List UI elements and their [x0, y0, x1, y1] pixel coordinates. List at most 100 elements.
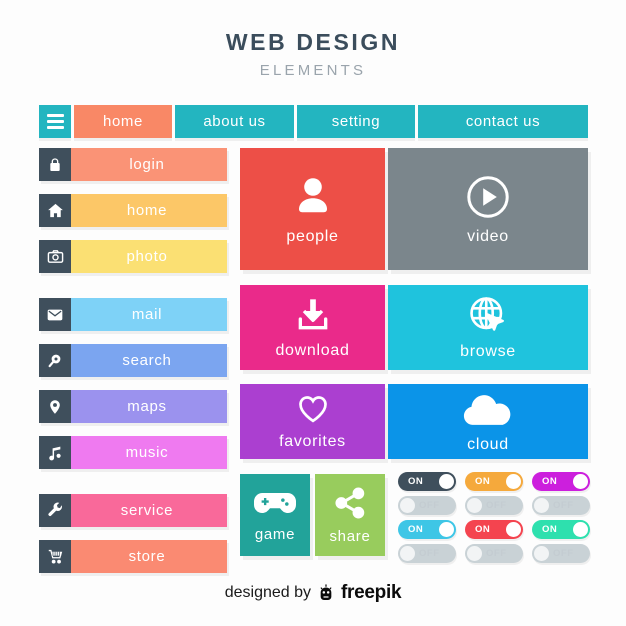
toggle-cell: ON	[398, 520, 461, 542]
heart-icon	[296, 392, 330, 426]
toggle-knob[interactable]	[573, 474, 588, 489]
sidebar-item-login[interactable]: login	[39, 148, 227, 181]
toggle-knob[interactable]	[400, 498, 415, 513]
toggle-switch-on[interactable]: ON	[398, 520, 456, 539]
sidebar-item-home[interactable]: home	[39, 194, 227, 227]
sidebar-item-music[interactable]: music	[39, 436, 227, 469]
card-label: share	[329, 528, 371, 545]
nav-item-about-us[interactable]: about us	[175, 105, 294, 138]
toggle-cell: ON	[465, 472, 528, 494]
page-root: WEB DESIGN ELEMENTS home about us setting c…	[0, 0, 626, 626]
toggle-label: OFF	[553, 548, 574, 559]
camera-icon	[39, 240, 71, 273]
sidebar-item-label: maps	[71, 390, 227, 423]
toggle-knob[interactable]	[467, 498, 482, 513]
toggle-knob[interactable]	[467, 546, 482, 561]
toggle-knob[interactable]	[573, 522, 588, 537]
toggle-knob[interactable]	[439, 522, 454, 537]
main-navigation: home about us setting contact us	[39, 105, 588, 138]
sidebar-menu: login home photo mail search maps music service…	[39, 148, 227, 586]
toggle-cell: OFF	[398, 544, 461, 566]
gamepad-icon	[254, 487, 296, 519]
title-subtitle: ELEMENTS	[259, 62, 367, 79]
toggle-cell: ON	[398, 472, 461, 494]
card-browse[interactable]: browse	[388, 285, 588, 370]
wrench-icon	[39, 494, 71, 527]
toggle-switch-off[interactable]: OFF	[465, 496, 523, 515]
sidebar-item-label: search	[71, 344, 227, 377]
sidebar-item-maps[interactable]: maps	[39, 390, 227, 423]
card-video[interactable]: video	[388, 148, 588, 270]
toggle-label: OFF	[486, 548, 507, 559]
nav-item-label: home	[103, 113, 143, 130]
toggle-cell: OFF	[465, 544, 528, 566]
play-circle-icon	[464, 173, 512, 221]
card-label: download	[275, 342, 350, 359]
toggle-switch-on[interactable]: ON	[465, 520, 523, 539]
sidebar-item-label: music	[71, 436, 227, 469]
magnifier-icon	[39, 344, 71, 377]
download-icon	[293, 295, 333, 335]
pin-icon	[39, 390, 71, 423]
toggle-switch-on[interactable]: ON	[532, 472, 590, 491]
toggle-switch-on[interactable]: ON	[465, 472, 523, 491]
sidebar-item-label: mail	[71, 298, 227, 331]
toggle-switch-off[interactable]: OFF	[532, 496, 590, 515]
sidebar-item-label: photo	[71, 240, 227, 273]
toggle-cell: ON	[532, 520, 595, 542]
toggle-knob[interactable]	[439, 474, 454, 489]
hamburger-bar	[46, 120, 64, 123]
toggle-switch-on[interactable]: ON	[532, 520, 590, 539]
footer-text: designed by	[224, 584, 312, 601]
toggle-label: OFF	[419, 548, 440, 559]
card-label: browse	[460, 343, 516, 360]
sidebar-item-store[interactable]: store	[39, 540, 227, 573]
card-label: favorites	[279, 433, 346, 450]
card-people[interactable]: people	[240, 148, 385, 270]
toggle-cell: OFF	[532, 496, 595, 518]
toggle-knob[interactable]	[534, 546, 549, 561]
hamburger-menu-icon[interactable]	[39, 105, 71, 138]
toggle-label: ON	[542, 524, 558, 535]
card-label: game	[254, 526, 296, 543]
music-note-icon	[39, 436, 71, 469]
sidebar-item-search[interactable]: search	[39, 344, 227, 377]
share-icon	[332, 485, 368, 521]
footer-brand: freepik	[341, 582, 402, 603]
toggle-switch-off[interactable]: OFF	[465, 544, 523, 563]
title-main: WEB DESIGN	[225, 29, 401, 55]
sidebar-item-service[interactable]: service	[39, 494, 227, 527]
toggle-switch-on[interactable]: ON	[398, 472, 456, 491]
toggle-switch-off[interactable]: OFF	[398, 544, 456, 563]
globe-cursor-icon	[467, 294, 509, 336]
toggle-cell: ON	[465, 520, 528, 542]
cloud-icon	[462, 389, 514, 429]
nav-item-contact-us[interactable]: contact us	[418, 105, 588, 138]
nav-item-setting[interactable]: setting	[297, 105, 415, 138]
toggle-cell: OFF	[532, 544, 595, 566]
sidebar-item-label: store	[71, 540, 227, 573]
toggle-label: OFF	[419, 500, 440, 511]
sidebar-item-photo[interactable]: photo	[39, 240, 227, 273]
cart-icon	[39, 540, 71, 573]
nav-item-home[interactable]: home	[74, 105, 172, 138]
footer: designed by freepik	[0, 582, 626, 604]
toggle-switch-off[interactable]: OFF	[532, 544, 590, 563]
toggle-knob[interactable]	[506, 522, 521, 537]
toggle-switch-off[interactable]: OFF	[398, 496, 456, 515]
toggle-knob[interactable]	[400, 546, 415, 561]
card-cloud[interactable]: cloud	[388, 384, 588, 459]
card-game[interactable]: game	[240, 474, 310, 556]
toggle-knob[interactable]	[534, 498, 549, 513]
card-favorites[interactable]: favorites	[240, 384, 385, 459]
toggle-label: ON	[408, 476, 424, 487]
toggle-label: OFF	[486, 500, 507, 511]
card-share[interactable]: share	[315, 474, 385, 556]
card-download[interactable]: download	[240, 285, 385, 370]
nav-item-label: contact us	[465, 113, 541, 130]
toggle-knob[interactable]	[506, 474, 521, 489]
card-label: cloud	[467, 436, 509, 453]
toggle-label: OFF	[553, 500, 574, 511]
sidebar-item-label: home	[71, 194, 227, 227]
sidebar-item-mail[interactable]: mail	[39, 298, 227, 331]
